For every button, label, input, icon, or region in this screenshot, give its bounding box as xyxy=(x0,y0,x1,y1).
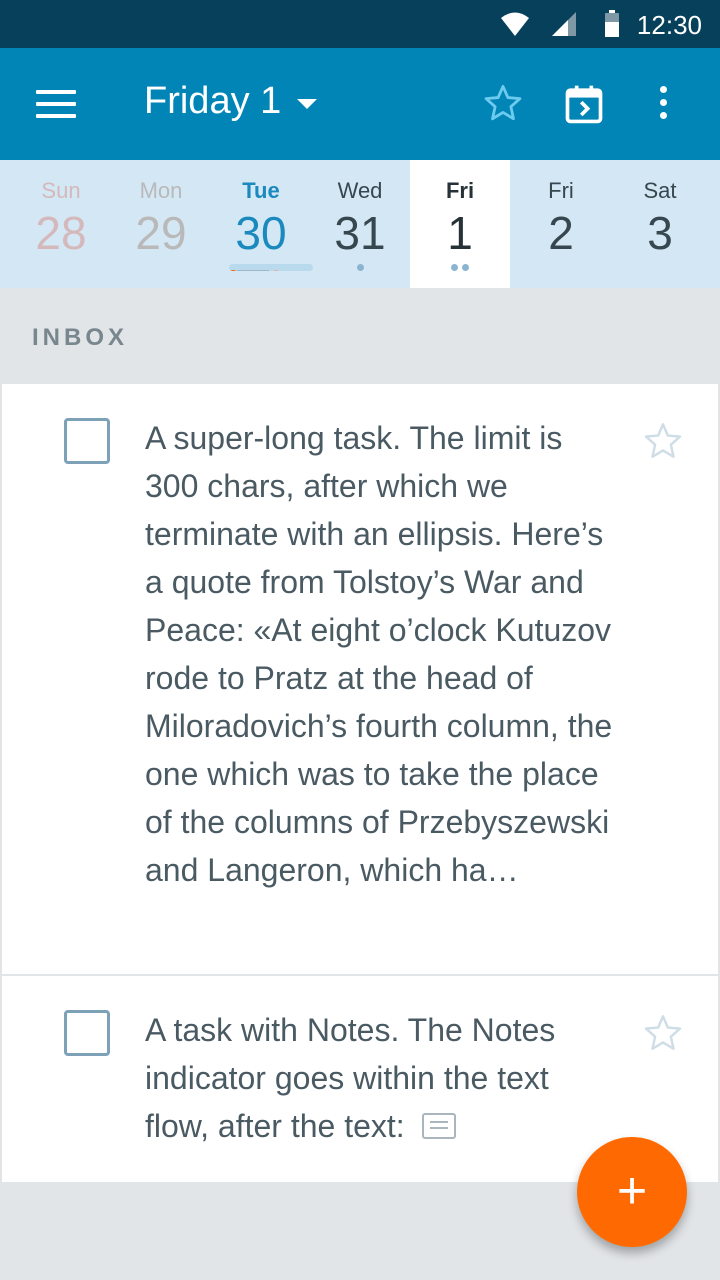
day-tue-30[interactable]: Tue 30 xyxy=(211,160,313,288)
status-time: 12:30 xyxy=(636,10,702,40)
day-name: Fri xyxy=(548,178,574,203)
task-dots xyxy=(410,264,510,271)
day-name: Tue xyxy=(242,178,280,203)
day-name: Wed xyxy=(337,178,383,203)
day-number: 1 xyxy=(447,207,473,259)
app-bar: Friday 1 xyxy=(0,48,720,160)
add-task-button[interactable]: + xyxy=(577,1137,687,1247)
day-fri-1[interactable]: Fri 1 xyxy=(410,160,510,288)
star-icon[interactable] xyxy=(642,1012,684,1054)
inbox-section-header: INBOX xyxy=(0,288,720,384)
dropdown-caret-icon xyxy=(297,98,318,109)
day-number: 29 xyxy=(135,207,187,259)
day-sun-28[interactable]: Sun 28 xyxy=(11,160,111,288)
star-icon[interactable] xyxy=(642,420,684,462)
day-name: Sat xyxy=(643,178,677,203)
plus-icon: + xyxy=(616,1162,648,1220)
day-number: 28 xyxy=(35,207,87,259)
task-text-container: A task with Notes. The Notes indicator g… xyxy=(145,1006,615,1150)
day-name: Fri xyxy=(445,178,475,203)
star-icon[interactable] xyxy=(482,82,524,124)
task-progress-bar xyxy=(229,264,313,271)
day-sat-3[interactable]: Sat 3 xyxy=(610,160,710,288)
more-options-icon[interactable] xyxy=(658,86,668,122)
task-checkbox[interactable] xyxy=(64,1010,110,1056)
wifi-icon xyxy=(501,12,529,36)
task-item[interactable]: A super-long task. The limit is 300 char… xyxy=(2,384,718,974)
calendar-icon[interactable] xyxy=(562,82,606,126)
task-text: A super-long task. The limit is 300 char… xyxy=(145,420,613,888)
task-dots xyxy=(310,264,410,271)
date-selector[interactable]: Friday 1 xyxy=(144,80,318,123)
day-fri-2[interactable]: Fri 2 xyxy=(511,160,611,288)
status-bar: 12:30 xyxy=(0,0,720,48)
menu-icon[interactable] xyxy=(36,90,76,118)
day-wed-31[interactable]: Wed 31 xyxy=(310,160,410,288)
day-number: 2 xyxy=(548,207,574,259)
day-number: 31 xyxy=(334,207,386,259)
battery-icon xyxy=(605,10,619,37)
inbox-label: INBOX xyxy=(32,324,129,351)
day-number: 3 xyxy=(647,207,673,259)
signal-icon xyxy=(552,12,576,36)
day-number: 30 xyxy=(235,207,287,259)
task-checkbox[interactable] xyxy=(64,418,110,464)
task-text: A task with Notes. The Notes indicator g… xyxy=(145,1012,556,1144)
day-name: Mon xyxy=(139,178,183,203)
page-title: Friday 1 xyxy=(144,80,282,122)
day-name: Sun xyxy=(41,178,81,203)
notes-icon xyxy=(421,1112,456,1139)
day-mon-29[interactable]: Mon 29 xyxy=(111,160,211,288)
week-strip: Sun 28 Mon 29 Tue 30 Wed 31 Fri 1 Fri 2 … xyxy=(0,160,720,288)
